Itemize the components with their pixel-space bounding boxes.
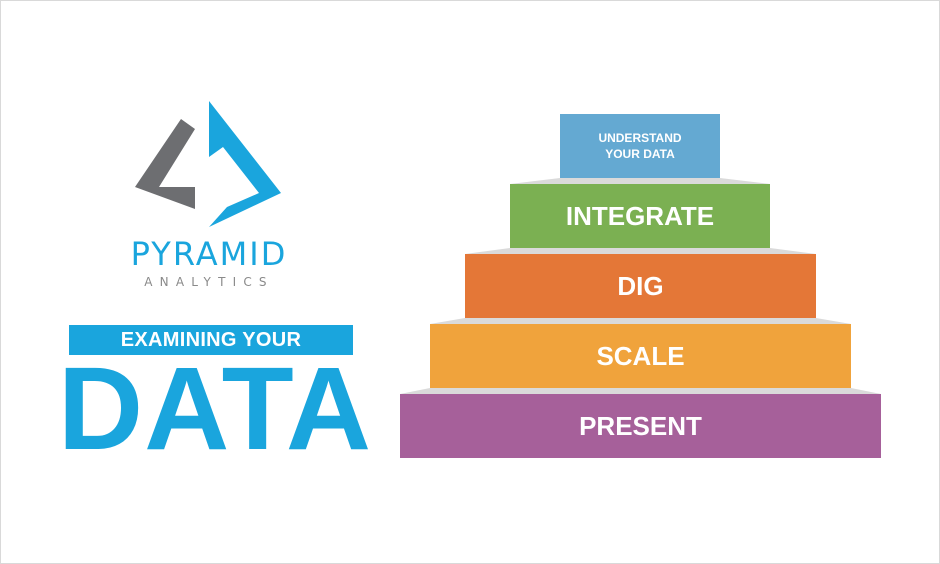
pyramid-step-understand: UNDERSTAND YOUR DATA [560,114,720,178]
pyramid-step-integrate: INTEGRATE [510,184,770,248]
logo-subtitle: ANALYTICS [144,275,274,289]
pyramid-step-present: PRESENT [400,394,881,458]
pyramid-step-dig: DIG [465,254,816,318]
pyramid-step-scale: SCALE [430,324,851,388]
pyramid-step-label: DIG [617,270,664,301]
pyramid-step-label: UNDERSTAND YOUR DATA [598,131,682,161]
headline-main-word: DATA [57,343,373,475]
pyramid-step-label: INTEGRATE [565,200,715,231]
logo-name: PYRAMID [130,235,288,273]
pyramid-step-label: SCALE [596,340,685,371]
infographic: PYRAMID ANALYTICS EXAMINING YOUR DATA UN… [0,0,940,564]
pyramid-step-label: PRESENT [579,410,702,441]
pyramid-analytics-logo-icon [135,101,281,227]
